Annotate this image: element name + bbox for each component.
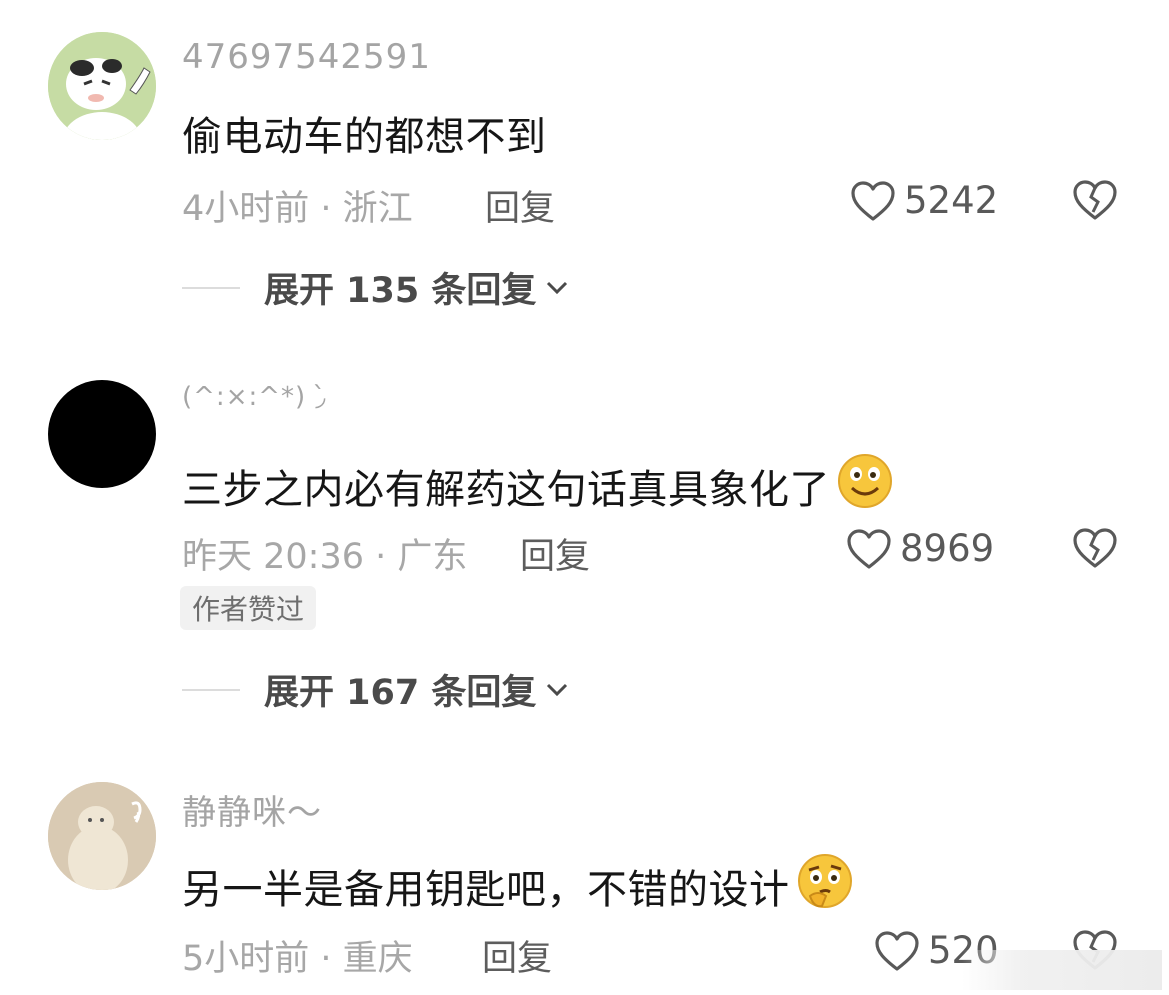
cartoon-cow-avatar-icon — [48, 32, 156, 140]
capybara-avatar-icon — [48, 782, 156, 890]
comment-text-body: 偷电动车的都想不到 — [182, 114, 547, 160]
smile-emoji-icon — [836, 452, 894, 520]
heart-outline-icon — [847, 528, 891, 569]
expand-replies-label: 展开 135 条回复 — [264, 271, 537, 311]
watermark-overlay — [962, 950, 1162, 990]
like-button[interactable]: 8969 — [846, 527, 994, 570]
reply-button[interactable]: 回复 — [485, 180, 555, 231]
username[interactable]: (^:×:^*) ◞̀ — [182, 382, 327, 412]
like-count: 8969 — [900, 527, 995, 570]
time-location: 4小时前 · 浙江 — [182, 189, 413, 229]
dislike-button[interactable] — [1072, 178, 1118, 226]
comment-text: 偷电动车的都想不到 — [182, 104, 547, 162]
comment-text-body: 三步之内必有解药这句话真具象化了 — [182, 467, 830, 513]
time-location: 5小时前 · 重庆 — [182, 939, 413, 979]
expand-replies-button[interactable]: 展开 135 条回复 — [182, 262, 570, 313]
broken-heart-icon — [1073, 528, 1117, 568]
heart-outline-icon — [851, 180, 895, 221]
time-location: 昨天 20:36 · 广东 — [182, 537, 468, 577]
author-liked-badge: 作者赞过 — [180, 586, 317, 630]
broken-heart-icon — [1073, 180, 1117, 220]
avatar[interactable] — [48, 782, 156, 890]
username[interactable]: 47697542591 — [182, 37, 431, 77]
like-count: 5242 — [904, 179, 999, 222]
reply-button[interactable]: 回复 — [482, 930, 552, 981]
divider-line — [182, 286, 240, 289]
divider-line — [182, 688, 240, 691]
username[interactable]: 静静咪～ — [182, 785, 322, 834]
reply-button[interactable]: 回复 — [520, 528, 590, 579]
chevron-down-icon — [547, 683, 568, 696]
expand-replies-button[interactable]: 展开 167 条回复 — [182, 664, 570, 715]
avatar[interactable] — [48, 32, 156, 140]
thinking-emoji-icon — [796, 852, 854, 920]
heart-outline-icon — [875, 930, 919, 971]
avatar[interactable] — [48, 380, 156, 488]
comment-text-body: 另一半是备用钥匙吧，不错的设计 — [182, 867, 790, 913]
dislike-button[interactable] — [1072, 526, 1118, 574]
chevron-down-icon — [547, 281, 568, 294]
expand-replies-label: 展开 167 条回复 — [264, 673, 537, 713]
comment-text: 三步之内必有解药这句话真具象化了 — [182, 452, 894, 520]
like-button[interactable]: 5242 — [850, 179, 998, 222]
comment-text: 另一半是备用钥匙吧，不错的设计 — [182, 852, 854, 920]
